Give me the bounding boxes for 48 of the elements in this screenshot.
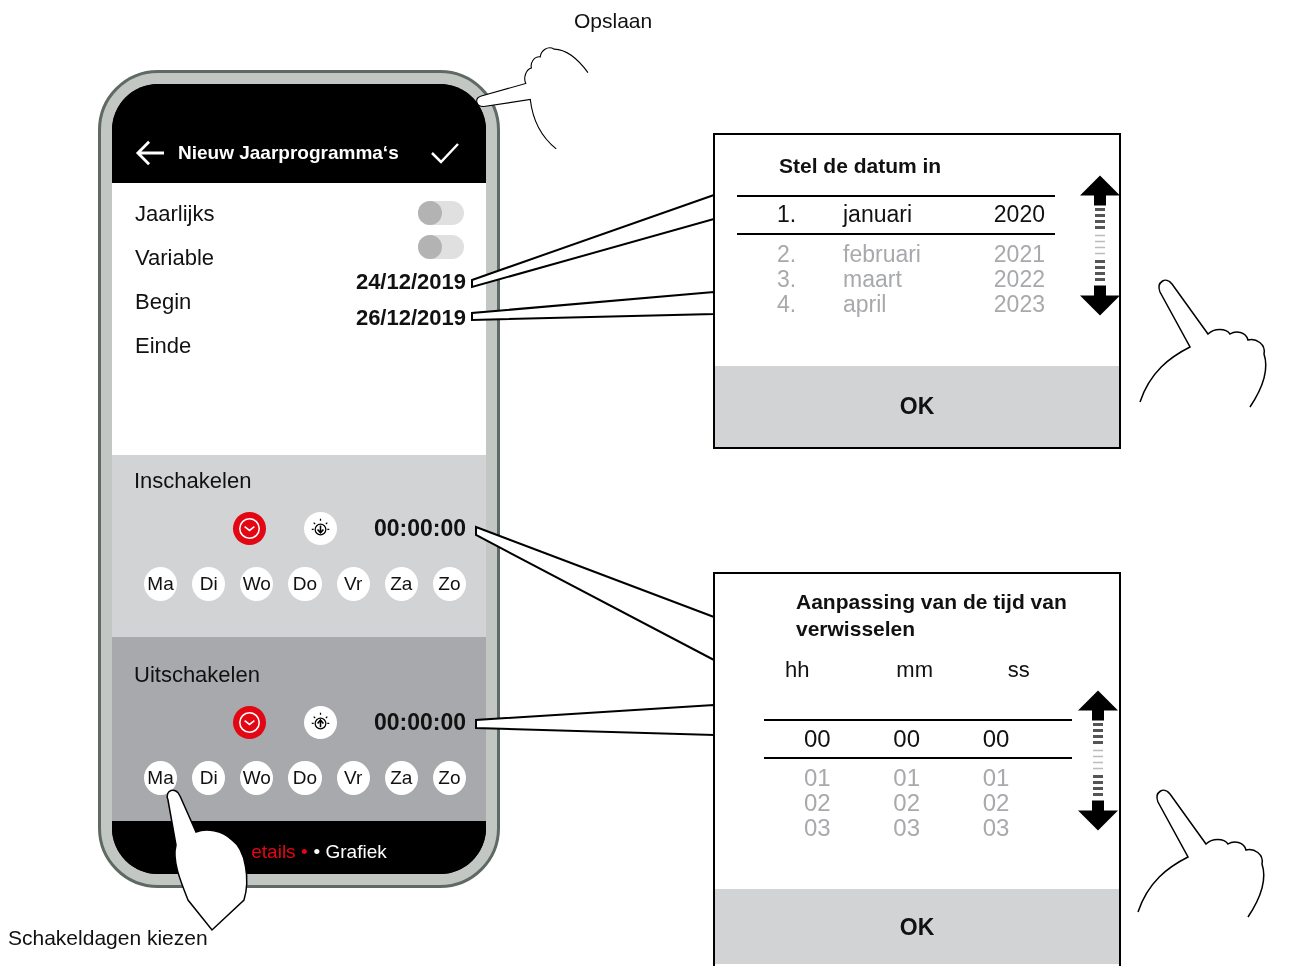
picker-value[interactable]: januari <box>843 202 994 227</box>
picker-value[interactable]: 00 <box>804 726 894 751</box>
picker-value[interactable]: 00 <box>893 726 983 751</box>
weekday-button[interactable]: Zo <box>432 567 466 601</box>
footer-tab[interactable]: etails • <box>251 841 308 865</box>
toggle-switch[interactable] <box>418 235 464 259</box>
scroll-arrow-icon <box>1078 688 1118 833</box>
column-header: mm <box>896 657 934 683</box>
picker-value[interactable]: 1. <box>777 202 843 227</box>
weekday-button[interactable]: Wo <box>240 761 274 795</box>
section-title: Inschakelen <box>134 467 253 495</box>
weekday-button[interactable]: Do <box>288 567 322 601</box>
weekday-button[interactable]: Di <box>192 567 226 601</box>
weekday-button[interactable]: Ma <box>144 567 178 601</box>
dialog-title: Stel de datum in <box>779 153 943 179</box>
clock-icon[interactable] <box>231 705 267 740</box>
picker-value[interactable]: 2020 <box>993 202 1045 227</box>
weekday-button[interactable]: Za <box>384 761 418 795</box>
setting-label: Begin <box>135 288 193 316</box>
ok-button[interactable]: OK <box>715 889 1119 964</box>
ok-button[interactable]: OK <box>715 366 1119 447</box>
time-value[interactable]: 00:00:00 <box>373 709 466 736</box>
weekday-button[interactable]: Vr <box>336 761 370 795</box>
toggle-switch[interactable] <box>418 201 464 225</box>
weekday-button[interactable]: Do <box>288 761 322 795</box>
column-header: ss <box>1007 657 1031 683</box>
weekday-button[interactable]: Za <box>384 567 418 601</box>
screen-title: Nieuw Jaarprogramma‘s <box>178 141 400 164</box>
time-value[interactable]: 00:00:00 <box>373 515 466 542</box>
clock-icon[interactable] <box>231 511 267 546</box>
dialog-title: Aanpassing van de tijd van verwisselen <box>796 589 1068 642</box>
annotation-label: Schakeldagen kiezen <box>8 926 208 950</box>
picker-value[interactable]: 00 <box>982 726 1072 751</box>
setting-label: Variable <box>135 244 215 272</box>
footer-tab[interactable]: • Grafiek <box>313 841 387 865</box>
back-arrow-icon[interactable] <box>134 138 166 167</box>
date-value[interactable]: 24/12/2019 <box>355 269 466 295</box>
column-header: hh <box>785 657 811 683</box>
section-title: Uitschakelen <box>134 661 261 689</box>
annotation-label: Opslaan <box>574 9 653 33</box>
weekday-button[interactable]: Vr <box>336 567 370 601</box>
setting-label: Jaarlijks <box>135 200 215 228</box>
setting-label: Einde <box>135 332 193 360</box>
weekday-button[interactable]: Zo <box>432 761 466 795</box>
weekday-button[interactable]: Di <box>192 761 226 795</box>
weekday-button[interactable]: Ma <box>144 761 178 795</box>
weekday-button[interactable]: Wo <box>240 567 274 601</box>
date-value[interactable]: 26/12/2019 <box>355 305 466 331</box>
